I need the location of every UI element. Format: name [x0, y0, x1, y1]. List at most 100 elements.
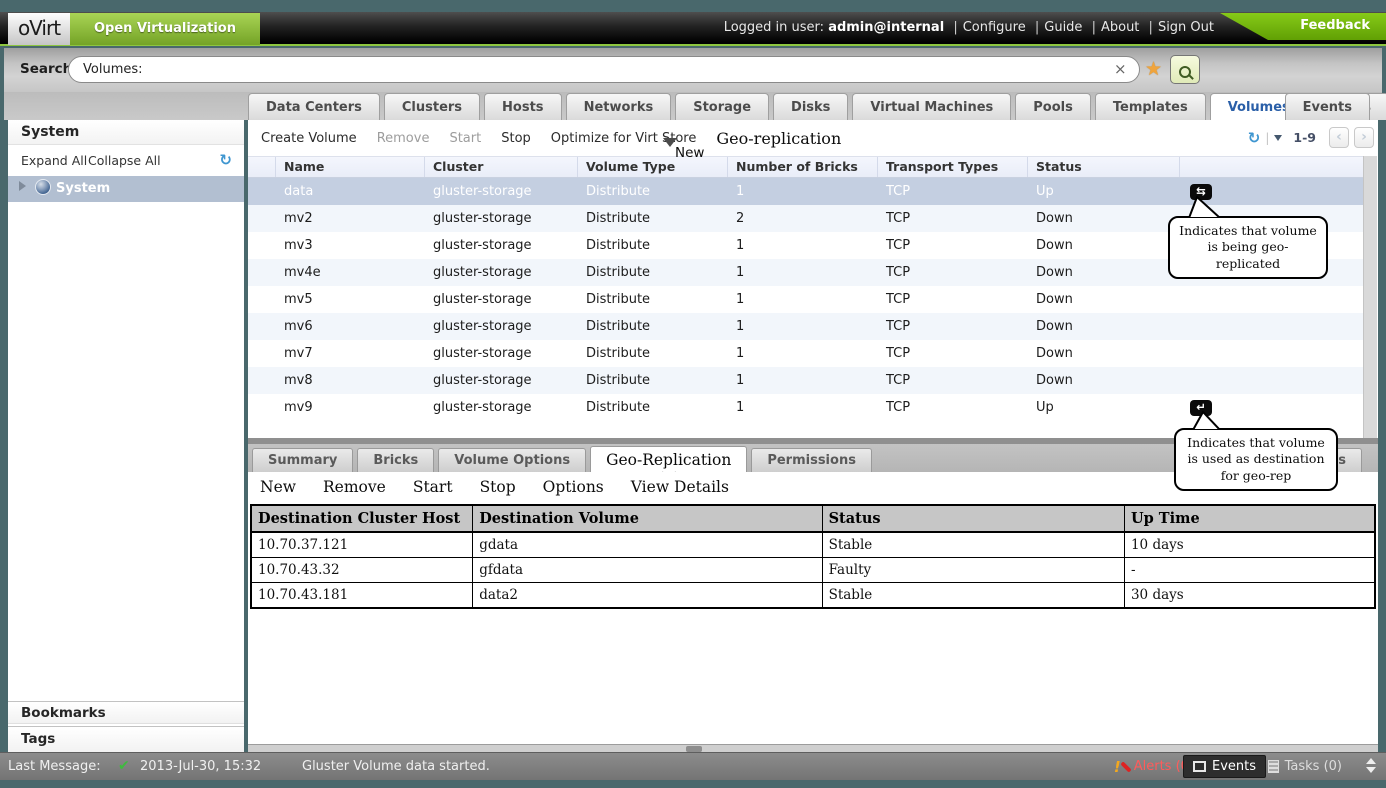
- georep-view-details-button[interactable]: View Details: [631, 478, 729, 496]
- column-header-dest-volume: Destination Volume: [473, 505, 822, 532]
- cell-name: mv4e: [276, 265, 425, 280]
- volumes-toolbar: Create Volume Remove Start Stop Optimize…: [248, 120, 1378, 156]
- georep-row[interactable]: 10.70.43.32 gfdata Faulty -: [251, 558, 1375, 583]
- georep-row[interactable]: 10.70.37.121 gdata Stable 10 days: [251, 532, 1375, 558]
- tree-item-system-label: System: [56, 181, 110, 196]
- table-row-mv6[interactable]: mv6 gluster-storage Distribute 1 TCP Dow…: [248, 313, 1363, 340]
- ovirt-logo: oVirt: [8, 13, 70, 45]
- detail-horizontal-scrollbar[interactable]: [248, 744, 1378, 752]
- column-header-dest-cluster-host: Destination Cluster Host: [251, 505, 473, 532]
- alert-exclamation-icon: !: [1114, 758, 1121, 776]
- prev-page-button[interactable]: ‹: [1329, 127, 1349, 148]
- tab-pools[interactable]: Pools: [1015, 93, 1091, 120]
- cell-bricks: 1: [728, 238, 878, 253]
- column-header-transport[interactable]: Transport Types: [878, 157, 1028, 177]
- subtab-summary[interactable]: Summary: [252, 448, 353, 472]
- system-tree-panel: System Expand All Collapse All ↻ System …: [8, 120, 244, 752]
- cell-status: Down: [1028, 211, 1180, 226]
- tab-hosts[interactable]: Hosts: [484, 93, 562, 120]
- configure-link[interactable]: Configure: [963, 20, 1026, 35]
- subtab-geo-replication[interactable]: Geo-Replication: [590, 446, 747, 472]
- statusbar-collapse-toggle[interactable]: [1366, 758, 1376, 773]
- volumes-main-panel: Create Volume Remove Start Stop Optimize…: [248, 120, 1378, 752]
- tree-refresh-icon[interactable]: ↻: [219, 151, 232, 169]
- cell-volume-type: Distribute: [578, 373, 728, 388]
- sign-out-link[interactable]: Sign Out: [1158, 20, 1214, 35]
- column-header-name[interactable]: Name: [276, 157, 425, 177]
- tab-events[interactable]: Events: [1285, 93, 1370, 120]
- next-page-button[interactable]: ›: [1354, 127, 1374, 148]
- tasks-button[interactable]: Tasks (0): [1262, 755, 1348, 778]
- events-label: Events: [1212, 759, 1256, 774]
- tasks-label: Tasks (0): [1285, 759, 1342, 774]
- page-range-label: 1-9: [1293, 130, 1316, 145]
- about-link[interactable]: About: [1101, 20, 1139, 35]
- success-check-icon: ✔: [118, 753, 130, 780]
- separator: |: [1030, 20, 1044, 35]
- cell-host: 10.70.37.121: [251, 532, 473, 558]
- cell-status: Down: [1028, 292, 1180, 307]
- tab-data-centers[interactable]: Data Centers: [248, 93, 380, 120]
- tab-disks[interactable]: Disks: [773, 93, 848, 120]
- georep-options-button[interactable]: Options: [543, 478, 604, 496]
- grid-pager: ↻ | 1-9 ‹ ›: [1248, 127, 1374, 148]
- create-volume-button[interactable]: Create Volume: [261, 131, 357, 146]
- cell-name: mv5: [276, 292, 425, 307]
- cell-cluster: gluster-storage: [425, 238, 578, 253]
- tab-templates[interactable]: Templates: [1095, 93, 1206, 120]
- volume-down-icon: [257, 319, 269, 334]
- tree-expander-icon[interactable]: [19, 181, 26, 191]
- subtab-volume-options[interactable]: Volume Options: [438, 448, 586, 472]
- remove-button[interactable]: Remove: [377, 131, 430, 146]
- guide-link[interactable]: Guide: [1044, 20, 1082, 35]
- georep-new-button[interactable]: New: [260, 478, 296, 496]
- cell-transport: TCP: [878, 292, 1028, 307]
- tree-panel-title: System: [8, 120, 244, 145]
- geo-replication-menu-item-new[interactable]: New: [675, 145, 704, 161]
- georep-start-button[interactable]: Start: [413, 478, 453, 496]
- column-header-bricks[interactable]: Number of Bricks: [728, 157, 878, 177]
- cell-cluster: gluster-storage: [425, 346, 578, 361]
- tree-item-system[interactable]: System: [8, 176, 244, 202]
- bookmarks-section-header[interactable]: Bookmarks: [8, 701, 244, 724]
- callout-tail: [1190, 411, 1234, 430]
- table-row-mv8[interactable]: mv8 gluster-storage Distribute 1 TCP Dow…: [248, 367, 1363, 394]
- georep-stop-button[interactable]: Stop: [480, 478, 516, 496]
- tab-virtual-machines[interactable]: Virtual Machines: [852, 93, 1011, 120]
- collapse-all-link[interactable]: Collapse All: [88, 153, 161, 168]
- start-button[interactable]: Start: [449, 131, 481, 146]
- cell-name: mv7: [276, 346, 425, 361]
- search-input[interactable]: [68, 56, 1140, 83]
- tags-section-header[interactable]: Tags: [8, 726, 244, 752]
- tab-clusters[interactable]: Clusters: [384, 93, 480, 120]
- stop-button[interactable]: Stop: [501, 131, 531, 146]
- georep-row[interactable]: 10.70.43.181 data2 Stable 30 days: [251, 583, 1375, 609]
- ovirt-admin-portal: oVirt Open Virtualization Manager Logged…: [0, 0, 1386, 788]
- refresh-options-caret-icon[interactable]: [1274, 135, 1282, 141]
- georep-remove-button[interactable]: Remove: [323, 478, 386, 496]
- bookmark-star-icon[interactable]: ★: [1145, 58, 1162, 80]
- grid-header-row: Name Cluster Volume Type Number of Brick…: [248, 156, 1363, 178]
- clear-search-icon[interactable]: ×: [1114, 60, 1127, 78]
- column-header-status[interactable]: Status: [1028, 157, 1180, 177]
- cell-volume-type: Distribute: [578, 400, 728, 415]
- cell-status: Stable: [822, 583, 1124, 609]
- grid-vertical-scrollbar[interactable]: [1363, 156, 1377, 438]
- grid-refresh-icon[interactable]: ↻: [1248, 129, 1261, 147]
- tab-storage[interactable]: Storage: [675, 93, 769, 120]
- subtab-permissions[interactable]: Permissions: [751, 448, 872, 472]
- tab-networks[interactable]: Networks: [566, 93, 672, 120]
- subtab-bricks[interactable]: Bricks: [357, 448, 434, 472]
- geo-replication-menu-button[interactable]: Geo-replication: [716, 129, 841, 148]
- table-row-mv7[interactable]: mv7 gluster-storage Distribute 1 TCP Dow…: [248, 340, 1363, 367]
- column-header-cluster[interactable]: Cluster: [425, 157, 578, 177]
- column-header-volume-type[interactable]: Volume Type: [578, 157, 728, 177]
- cell-volume: gfdata: [473, 558, 822, 583]
- separator: |: [1144, 20, 1158, 35]
- search-button[interactable]: [1170, 55, 1200, 84]
- table-row-mv5[interactable]: mv5 gluster-storage Distribute 1 TCP Dow…: [248, 286, 1363, 313]
- events-button[interactable]: Events: [1183, 755, 1266, 778]
- cell-bricks: 1: [728, 265, 878, 280]
- cell-host: 10.70.43.181: [251, 583, 473, 609]
- expand-all-link[interactable]: Expand All: [21, 153, 87, 168]
